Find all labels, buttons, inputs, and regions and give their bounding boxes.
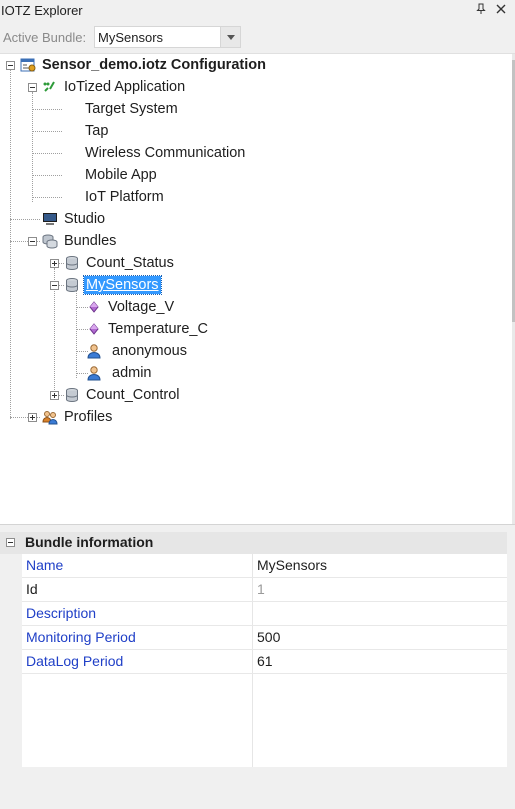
profiles-icon [42, 409, 58, 425]
property-category-header[interactable]: Bundle information [0, 532, 507, 554]
tree-node-temperature-c[interactable]: Temperature_C [86, 318, 210, 340]
database-icon [64, 277, 80, 293]
property-row-description[interactable]: Description [22, 602, 507, 626]
tree-node-studio-label: Studio [64, 211, 106, 227]
tree-node-root[interactable]: Sensor_demo.iotz Configuration [20, 54, 268, 76]
database-icon [64, 255, 80, 271]
tree-node-mobile-app[interactable]: Mobile App [83, 164, 159, 186]
mysensors-collapse-toggle[interactable] [50, 281, 59, 290]
pin-icon[interactable] [475, 1, 487, 17]
tree-node-admin[interactable]: admin [86, 362, 154, 384]
iotized-app-collapse-toggle[interactable] [28, 83, 37, 92]
tree-node-anonymous[interactable]: anonymous [86, 340, 189, 362]
tree-node-voltage-v[interactable]: Voltage_V [86, 296, 176, 318]
tree-node-count-control[interactable]: Count_Control [64, 384, 182, 406]
property-grid: Bundle information Name MySensors Id 1 D… [0, 532, 515, 809]
count-status-expand-toggle[interactable] [50, 259, 59, 268]
tree-node-wireless-communication-label: Wireless Communication [85, 145, 246, 161]
config-icon [20, 57, 36, 73]
tree-node-anonymous-label: anonymous [112, 343, 187, 359]
property-name: DataLog Period [26, 653, 124, 669]
tree-node-profiles-label: Profiles [64, 409, 113, 425]
diamond-icon [86, 299, 102, 315]
property-value[interactable]: 61 [257, 653, 273, 669]
property-value[interactable]: MySensors [257, 557, 327, 573]
active-bundle-select[interactable]: MySensors [94, 26, 241, 48]
property-name: Name [26, 557, 64, 573]
configuration-tree: Sensor_demo.iotz Configuration IoTized A… [0, 54, 512, 524]
chevron-down-icon[interactable] [220, 27, 240, 47]
tree-node-temperature-c-label: Temperature_C [108, 321, 208, 337]
property-name: Description [26, 605, 97, 621]
root-collapse-toggle[interactable] [6, 61, 15, 70]
tree-node-mobile-app-label: Mobile App [85, 167, 157, 183]
category-collapse-toggle[interactable] [6, 538, 15, 547]
database-icon [64, 387, 80, 403]
tree-node-tap-label: Tap [85, 123, 109, 139]
tree-node-tap[interactable]: Tap [83, 120, 110, 142]
tree-node-mysensors-label: MySensors [83, 275, 162, 295]
bundles-icon [42, 233, 58, 249]
tree-node-count-status-label: Count_Status [86, 255, 174, 271]
active-bundle-value: MySensors [98, 29, 164, 45]
panel-splitter[interactable] [0, 524, 515, 532]
tree-node-profiles[interactable]: Profiles [42, 406, 114, 428]
active-bundle-toolbar: Active Bundle: MySensors [0, 20, 515, 54]
tree-node-iot-platform-label: IoT Platform [85, 189, 164, 205]
property-description-area [0, 768, 515, 809]
tree-node-studio[interactable]: Studio [42, 208, 107, 230]
tree-node-bundles[interactable]: Bundles [42, 230, 118, 252]
property-row-id[interactable]: Id 1 [22, 578, 507, 602]
panel-title: IOTZ Explorer [1, 2, 83, 18]
property-category-label: Bundle information [25, 534, 154, 550]
tree-node-count-status[interactable]: Count_Status [64, 252, 176, 274]
panel-title-bar: IOTZ Explorer [0, 0, 515, 20]
tree-node-admin-label: admin [112, 365, 152, 381]
property-row-datalog-period[interactable]: DataLog Period 61 [22, 650, 507, 674]
iot-app-icon [42, 79, 58, 95]
bundles-collapse-toggle[interactable] [28, 237, 37, 246]
tree-node-target-system[interactable]: Target System [83, 98, 180, 120]
count-control-expand-toggle[interactable] [50, 391, 59, 400]
user-icon [86, 365, 102, 381]
tree-node-wireless-communication[interactable]: Wireless Communication [83, 142, 247, 164]
tree-node-voltage-v-label: Voltage_V [108, 299, 175, 315]
property-value[interactable]: 500 [257, 629, 280, 645]
diamond-icon [86, 321, 102, 337]
close-icon[interactable] [495, 1, 507, 17]
active-bundle-label: Active Bundle: [3, 30, 87, 45]
tree-node-iot-platform[interactable]: IoT Platform [83, 186, 166, 208]
profiles-expand-toggle[interactable] [28, 413, 37, 422]
user-icon [86, 343, 102, 359]
tree-node-iotized-application-label: IoTized Application [64, 79, 186, 95]
property-row-name[interactable]: Name MySensors [22, 554, 507, 578]
tree-node-mysensors[interactable]: MySensors [64, 274, 162, 296]
property-name: Monitoring Period [26, 629, 136, 645]
tree-node-target-system-label: Target System [85, 101, 178, 117]
property-value: 1 [257, 581, 265, 597]
property-name: Id [26, 581, 38, 597]
monitor-icon [42, 211, 58, 227]
tree-node-iotized-application[interactable]: IoTized Application [42, 76, 187, 98]
property-row-monitoring-period[interactable]: Monitoring Period 500 [22, 626, 507, 650]
property-rows: Name MySensors Id 1 Description Monitori… [22, 554, 507, 767]
tree-node-count-control-label: Count_Control [86, 387, 180, 403]
tree-node-bundles-label: Bundles [64, 233, 117, 249]
tree-node-root-label: Sensor_demo.iotz Configuration [42, 57, 266, 73]
